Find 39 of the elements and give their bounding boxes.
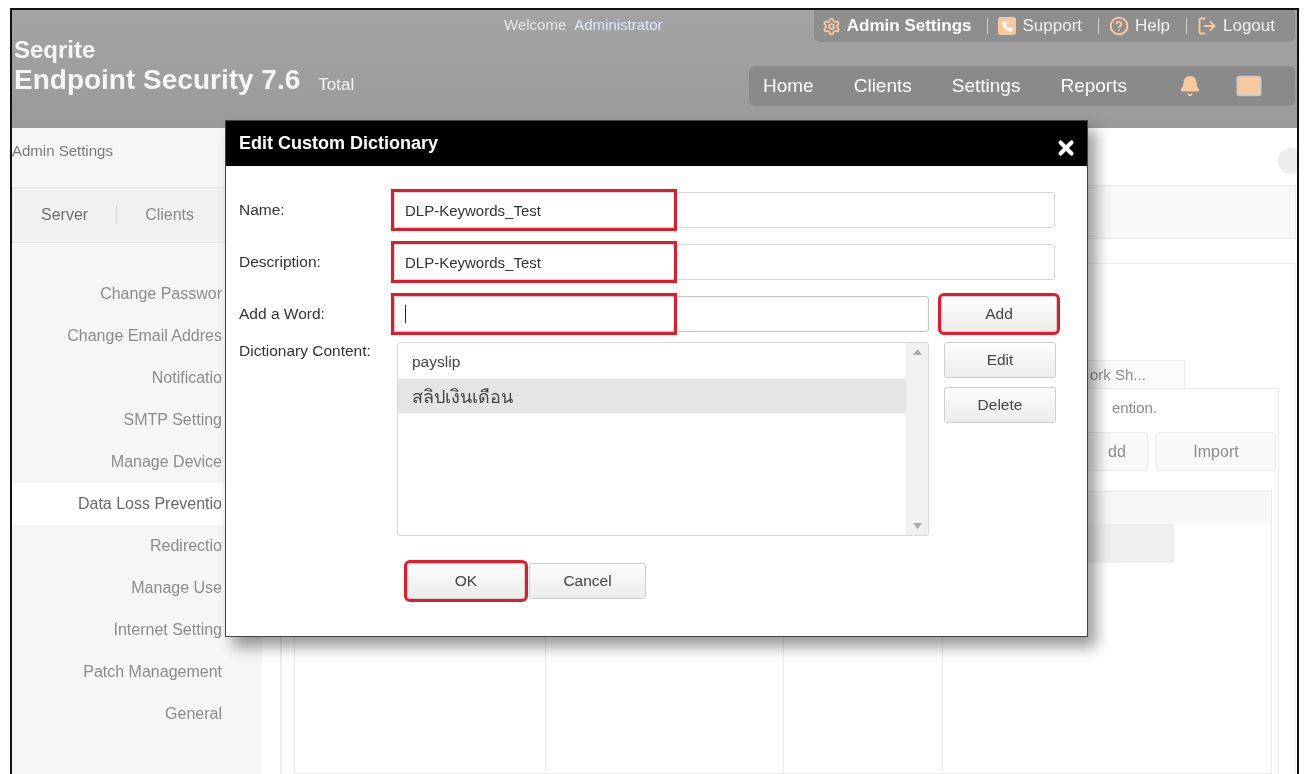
field-label: Name: — [239, 201, 286, 219]
top-link[interactable]: Help — [1129, 16, 1176, 36]
nav-link[interactable]: Settings — [951, 75, 1021, 97]
dialog-button[interactable]: Delete — [944, 387, 1056, 423]
dialog-button[interactable]: Edit — [944, 342, 1056, 378]
sidebar-tab[interactable]: Clients — [117, 206, 223, 224]
list-item[interactable]: payslip — [398, 345, 906, 379]
welcome-text: Welcome — [504, 16, 567, 33]
field-label: Dictionary Content: — [239, 342, 372, 360]
field-label: Add a Word: — [239, 305, 326, 323]
nav-link[interactable]: Reports — [1060, 75, 1127, 97]
dialog-title: Edit Custom Dictionary — [239, 133, 439, 154]
field-label: Description: — [239, 253, 322, 271]
top-link[interactable]: Admin Settings — [840, 16, 978, 36]
top-link[interactable]: Support — [1016, 16, 1089, 36]
scroll-up-icon[interactable] — [912, 349, 922, 355]
phone-icon — [998, 17, 1017, 35]
logout-icon — [1197, 16, 1217, 36]
product-name: Endpoint Security 7.6 — [14, 64, 301, 96]
action-button[interactable]: Import — [1156, 432, 1276, 471]
scrollbar[interactable] — [906, 343, 928, 535]
sidebar-tab[interactable]: Server — [13, 206, 118, 224]
list-item[interactable]: สลิปเงินเดือน — [398, 379, 906, 413]
sidebar-item[interactable]: Patch Management — [12, 651, 262, 693]
top-link[interactable]: Logout — [1217, 16, 1281, 36]
nav-link[interactable]: Clients — [853, 75, 912, 97]
dialog-button[interactable]: OK — [407, 563, 525, 599]
edition-label: Total — [318, 74, 355, 96]
user-link[interactable]: Administrator — [574, 16, 663, 33]
dialog-button[interactable]: Cancel — [529, 563, 646, 599]
action-button[interactable]: dd — [1086, 432, 1148, 471]
settings-icon — [821, 16, 841, 36]
sidebar-title: Admin Settings — [12, 141, 113, 160]
bell-icon[interactable] — [1178, 75, 1201, 97]
nav-link[interactable]: Home — [763, 75, 814, 97]
add-button[interactable]: Add — [941, 296, 1057, 332]
brand-name: Seqrite — [14, 36, 96, 64]
info-text: ention. — [1112, 399, 1158, 416]
sidebar-item[interactable]: General — [12, 693, 262, 735]
